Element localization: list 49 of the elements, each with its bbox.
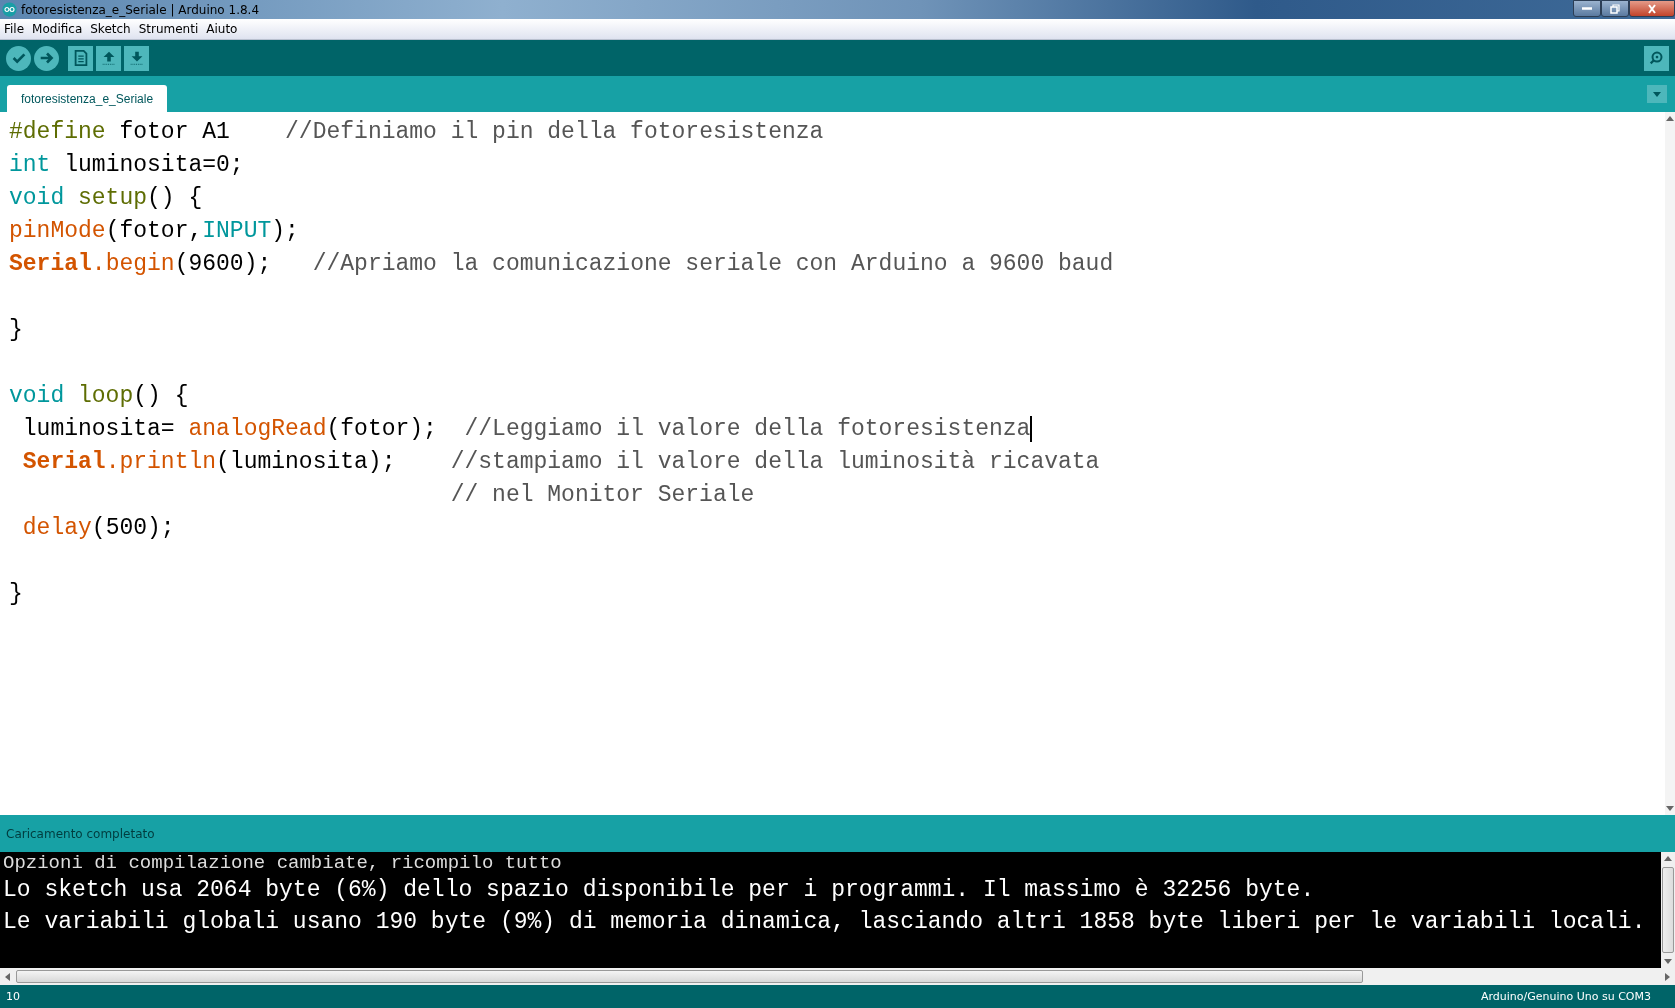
menu-item[interactable]: File (4, 22, 25, 36)
line-number: 10 (6, 990, 20, 1003)
scrollbar[interactable] (1661, 852, 1675, 968)
infinity-logo-icon (2, 2, 17, 17)
scroll-down-icon[interactable] (1664, 959, 1672, 965)
menu-item[interactable]: Aiuto (206, 22, 238, 36)
file-tab[interactable]: fotoresistenza_e_Seriale (7, 85, 168, 112)
horizontal-scrollbar[interactable] (0, 968, 1675, 985)
save-button[interactable] (124, 45, 149, 71)
tab-menu-button[interactable] (1647, 85, 1667, 103)
scroll-down-icon[interactable] (1666, 806, 1674, 812)
code-line: delay(500); (21, 515, 175, 541)
close-button[interactable] (1629, 0, 1675, 17)
code-line: // nel Monitor Seriale (449, 482, 755, 508)
code-line: void setup() { (9, 185, 203, 211)
board-port: Arduino/Genuino Uno su COM3 (1480, 990, 1651, 1003)
restore-icon (1609, 3, 1621, 14)
code-line: } (9, 581, 23, 607)
code-line: } (9, 317, 23, 343)
code-line: pinMode(fotor,INPUT); (9, 218, 299, 244)
scroll-left-icon[interactable] (4, 972, 10, 981)
verify-button[interactable] (6, 45, 31, 71)
console-line: Lo sketch usa 2064 byte (6%) dello spazio disponibile per i programmi. Il massimo è 32256 byte. (3, 876, 1316, 905)
close-icon (1645, 3, 1659, 14)
minimize-icon (1582, 7, 1592, 10)
menu-item[interactable]: Modifica (32, 22, 83, 36)
window-title: fotoresistenza_e_Seriale | Arduino 1.8.4 (21, 2, 260, 17)
caret-down-icon (1651, 89, 1663, 99)
upload-button[interactable] (34, 45, 59, 71)
menu-item[interactable]: Strumenti (138, 22, 199, 36)
code-line: Serial.begin(9600); //Apriamo la comunicazione seriale con Arduino a 9600 baud (9, 251, 1114, 277)
menu-item[interactable]: Sketch (90, 22, 131, 36)
scroll-right-icon[interactable] (1665, 972, 1671, 981)
code-line: int luminosita=0; (9, 152, 244, 178)
console-line: Opzioni di compilazione cambiate, ricompilo tutto (3, 852, 563, 874)
status-message: Caricamento completato (6, 826, 155, 841)
console-line: Le variabili globali usano 190 byte (9%) di memoria dinamica, lasciando altri 1858 byte liberi per le variabili locali. (3, 908, 1647, 937)
scroll-up-icon[interactable] (1666, 115, 1674, 121)
code-line: void loop() { (9, 383, 189, 409)
code-line: #define fotor A1 //Definiamo il pin della fotoresistenza (9, 119, 824, 145)
minimize-button[interactable] (1573, 0, 1601, 17)
serial-monitor-button[interactable] (1644, 45, 1669, 71)
code-line: Serial.println(luminosita); //stampiamo il valore della luminosità ricavata (21, 449, 1100, 475)
scroll-up-icon[interactable] (1664, 855, 1672, 861)
scrollbar[interactable] (1665, 112, 1675, 815)
open-button[interactable] (96, 45, 121, 71)
restore-button[interactable] (1601, 0, 1629, 17)
code-line: luminosita= analogRead(fotor); //Leggiamo il valore della fotoresistenza (21, 416, 1033, 442)
new-file-button[interactable] (68, 45, 93, 71)
